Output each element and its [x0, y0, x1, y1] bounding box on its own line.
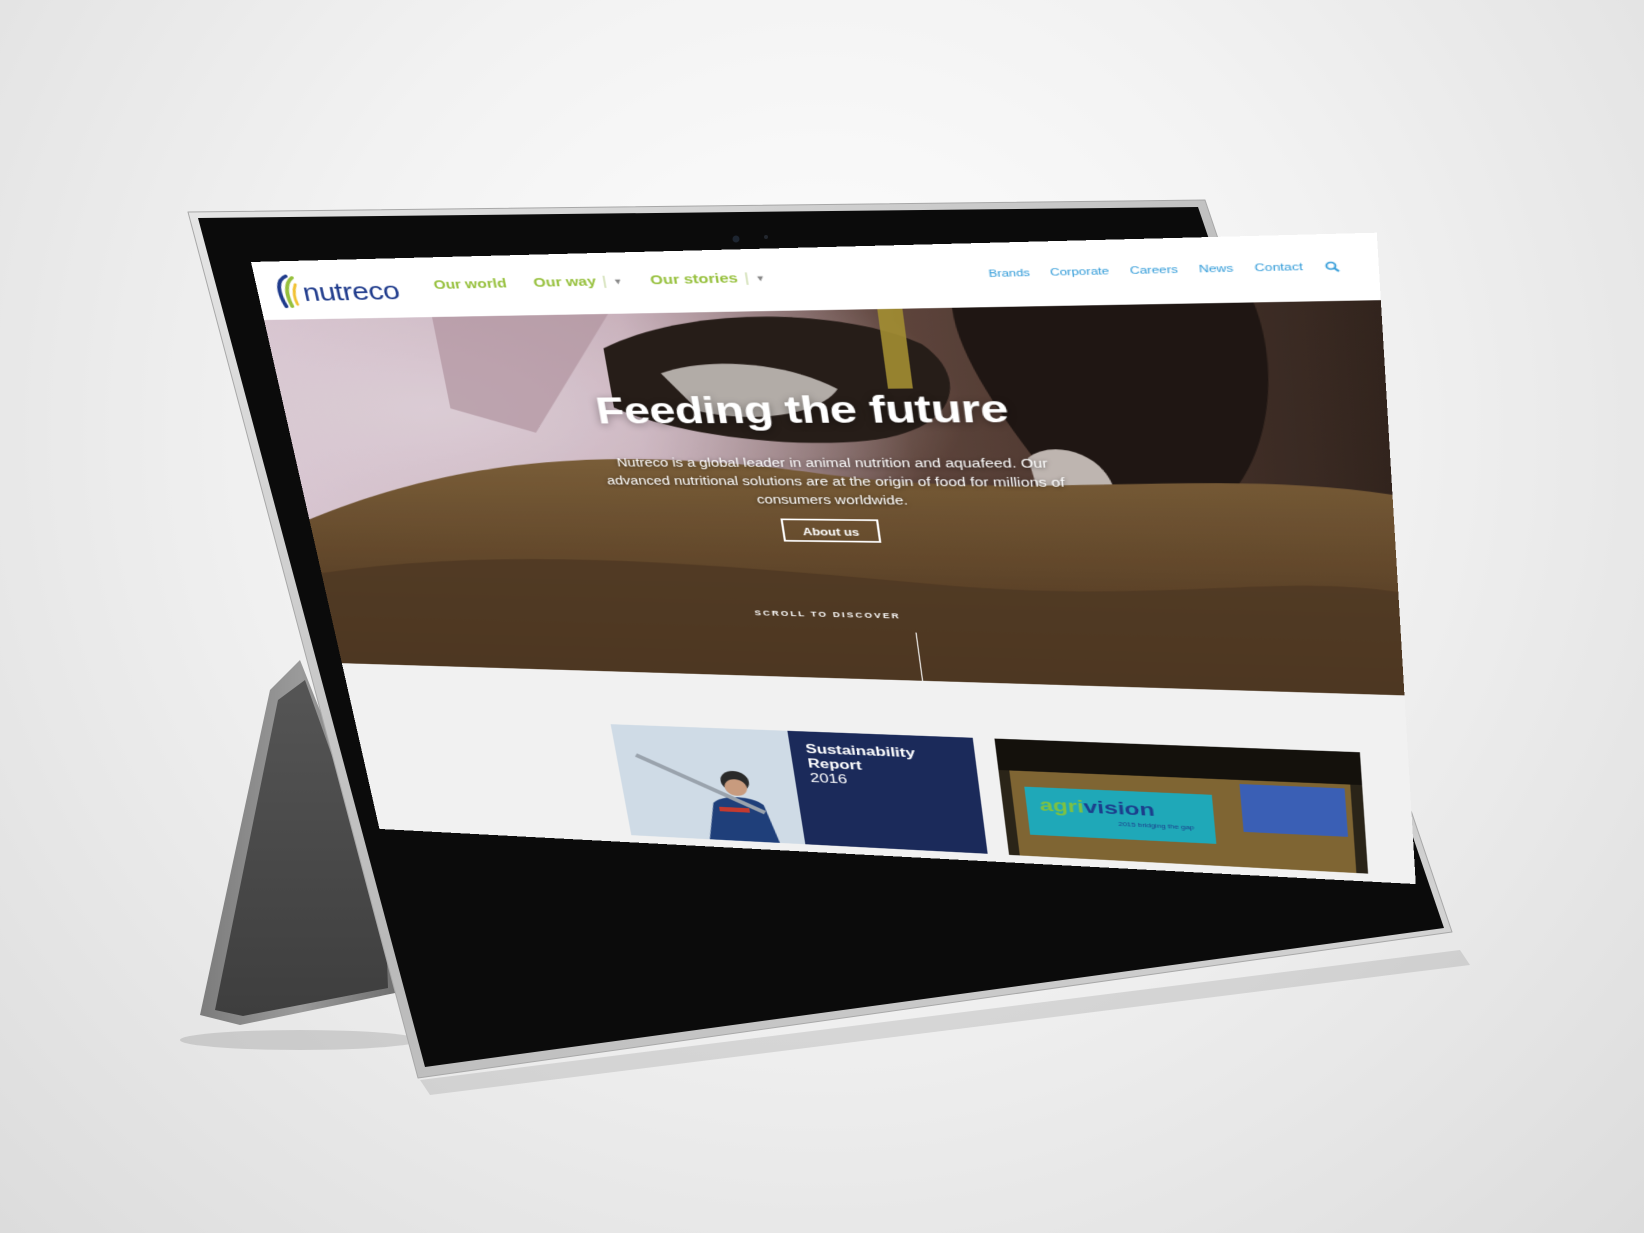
chevron-down-icon[interactable]: ▼: [755, 273, 766, 282]
nav-label: Our world: [432, 276, 508, 293]
speaker-video-screen: [1239, 784, 1349, 837]
worker-photo: [610, 724, 806, 845]
tablet-mockup-scene: nutreco Our world Our way | ▼ Our storie…: [0, 0, 1644, 1233]
util-link-brands[interactable]: Brands: [988, 268, 1031, 280]
brand-name: nutreco: [300, 277, 402, 307]
utility-navigation: Brands Corporate Careers News Contact: [988, 261, 1340, 280]
search-icon[interactable]: [1324, 261, 1340, 273]
nav-our-stories[interactable]: Our stories | ▼: [649, 270, 766, 288]
nav-our-world[interactable]: Our world: [432, 276, 508, 292]
nav-label: Our stories: [649, 270, 739, 288]
divider: |: [743, 270, 750, 286]
hero-description: Nutreco is a global leader in animal nut…: [605, 455, 1066, 508]
hero-title: Feeding the future: [592, 387, 1011, 432]
chevron-down-icon[interactable]: ▼: [612, 277, 623, 286]
agri-logo-part2: vision: [1082, 796, 1156, 820]
util-link-news[interactable]: News: [1199, 263, 1234, 275]
divider: |: [601, 273, 608, 289]
agrivision-event-card[interactable]: agrivision 2015 bridging the gap: [994, 738, 1369, 874]
util-link-careers[interactable]: Careers: [1129, 264, 1178, 276]
util-link-corporate[interactable]: Corporate: [1050, 266, 1110, 278]
sustainability-report-card[interactable]: Sustainability Report 2016: [610, 724, 988, 854]
agri-logo-part1: agri: [1038, 795, 1085, 817]
hero-section: Feeding the future Nutreco is a global l…: [264, 300, 1405, 696]
util-link-contact[interactable]: Contact: [1254, 262, 1303, 274]
nav-label: Our way: [532, 274, 598, 291]
nutreco-logo[interactable]: nutreco: [271, 270, 402, 309]
main-navigation: Our world Our way | ▼ Our stories | ▼: [432, 270, 766, 293]
about-us-button[interactable]: About us: [780, 518, 882, 543]
website-screen: nutreco Our world Our way | ▼ Our storie…: [251, 232, 1416, 885]
nav-our-way[interactable]: Our way | ▼: [532, 273, 624, 291]
report-year: 2016: [809, 772, 849, 787]
